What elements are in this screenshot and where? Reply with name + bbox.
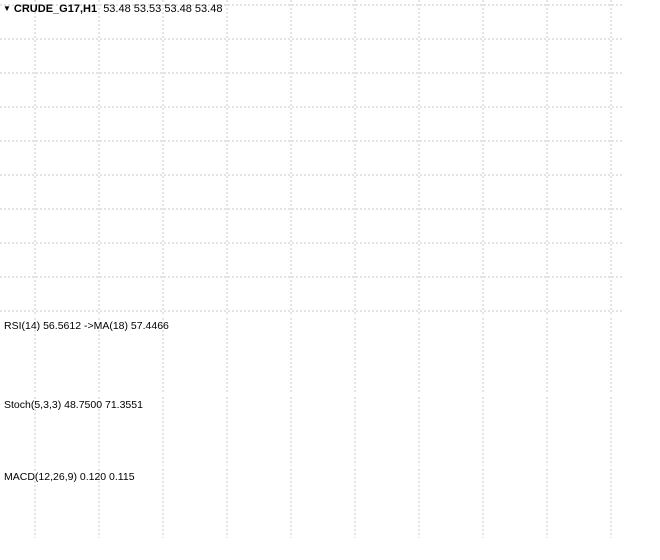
time-axis[interactable] [0, 538, 660, 560]
rsi-panel[interactable] [0, 318, 622, 394]
stoch-panel[interactable] [0, 397, 622, 466]
price-axis[interactable] [622, 0, 660, 538]
mt4-chart-window: ▼ CRUDE_G17,H1 53.48 53.53 53.48 53.48 RS… [0, 0, 660, 560]
macd-panel[interactable] [0, 469, 622, 538]
main-chart-panel[interactable] [0, 0, 622, 316]
